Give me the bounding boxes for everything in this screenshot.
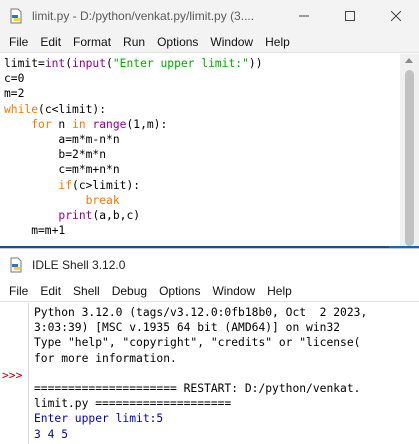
menu-shell[interactable]: Shell <box>68 284 105 298</box>
code-line-10: break <box>85 193 120 207</box>
shell-line: Python 3.12.0 (tags/v3.12.0:0fb18b0, Oct… <box>34 306 368 319</box>
editor-menubar: File Edit Format Run Options Window Help <box>0 32 419 53</box>
shell-restart-line: ===================== RESTART: D:/python… <box>34 382 361 396</box>
shell-prompt: >>> <box>2 369 23 382</box>
code-line-12: m=m+1 <box>4 224 66 238</box>
code-line-2: c=0 <box>4 72 25 86</box>
menu-options[interactable]: Options <box>154 284 205 298</box>
shell-window: IDLE Shell 3.12.0 File Edit Shell Debug … <box>0 248 419 444</box>
menu-options[interactable]: Options <box>152 35 203 49</box>
code-line-5: for n in range(1,m): <box>31 117 168 131</box>
code-line-9: if(c>limit): <box>58 178 141 192</box>
editor-titlebar[interactable]: limit.py - D:/python/venkat.py/limit.py … <box>0 0 419 32</box>
menu-edit[interactable]: Edit <box>35 284 66 298</box>
code-line-4: while(c<limit): <box>4 102 107 116</box>
editor-vertical-scrollbar[interactable] <box>400 54 419 246</box>
editor-window-title: limit.py - D:/python/venkat.py/limit.py … <box>32 9 255 23</box>
menu-file[interactable]: File <box>4 284 33 298</box>
python-shell-icon <box>8 257 24 273</box>
shell-line: Type "help", "copyright", "credits" or "… <box>34 336 361 350</box>
menu-window[interactable]: Window <box>205 35 258 49</box>
shell-titlebar[interactable]: IDLE Shell 3.12.0 <box>0 249 419 281</box>
shell-window-title: IDLE Shell 3.12.0 <box>32 258 126 272</box>
minimize-button[interactable] <box>281 0 327 32</box>
scroll-up-arrow-icon[interactable] <box>405 58 413 63</box>
menu-file[interactable]: File <box>4 35 33 49</box>
code-line-7: b=2*m*n <box>4 148 107 162</box>
code-line-8: c=m*m+n*n <box>4 163 120 177</box>
code-editor[interactable]: limit=int(input("Enter upper limit:")) c… <box>0 54 400 246</box>
menu-help[interactable]: Help <box>260 35 295 49</box>
menu-edit[interactable]: Edit <box>35 35 66 49</box>
close-button[interactable] <box>373 0 419 32</box>
shell-output-area[interactable]: >>> Python 3.12.0 (tags/v3.12.0:0fb18b0,… <box>0 303 419 444</box>
shell-prompt-gutter: >>> <box>0 303 29 444</box>
menu-window[interactable]: Window <box>207 284 260 298</box>
code-line-11: print(a,b,c) <box>58 209 141 223</box>
maximize-icon <box>345 11 355 21</box>
shell-restart-line: limit.py ==================== <box>34 397 232 411</box>
shell-line: 3:03:39) [MSC v.1935 64 bit (AMD64)] on … <box>34 321 341 335</box>
menu-run[interactable]: Run <box>118 35 150 49</box>
shell-input-prompt: Enter upper limit:5 <box>34 412 164 426</box>
shell-line: for more information. <box>34 351 177 365</box>
close-icon <box>391 11 401 21</box>
scrollbar-thumb[interactable] <box>405 70 414 246</box>
code-line-3: m=2 <box>4 87 25 101</box>
maximize-button[interactable] <box>327 0 373 32</box>
shell-menubar: File Edit Shell Debug Options Window Hel… <box>0 281 419 302</box>
editor-window: limit.py - D:/python/venkat.py/limit.py … <box>0 0 419 246</box>
shell-output-line: 3 4 5 <box>34 427 69 441</box>
minimize-icon <box>299 15 309 17</box>
menu-debug[interactable]: Debug <box>107 284 152 298</box>
menu-help[interactable]: Help <box>262 284 297 298</box>
code-line-6: a=m*m-n*n <box>4 133 120 147</box>
menu-format[interactable]: Format <box>68 35 116 49</box>
python-file-icon <box>8 8 24 24</box>
code-line-1: limit=int(input("Enter upper limit:")) <box>4 57 263 70</box>
